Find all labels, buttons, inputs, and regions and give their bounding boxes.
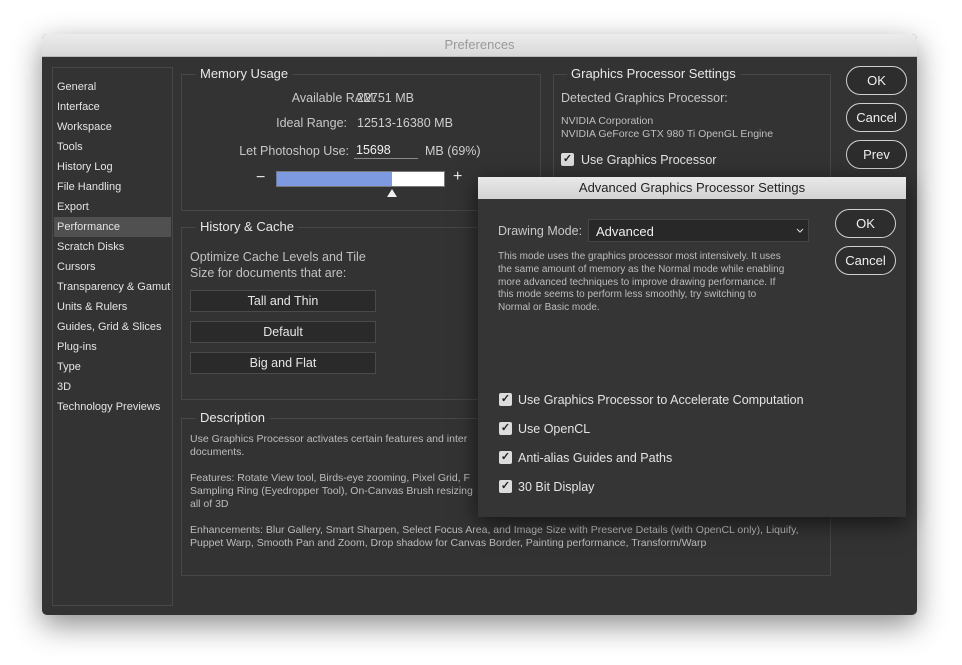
use-gpu-checkbox[interactable]: ✓ <box>561 153 574 166</box>
window-title: Preferences <box>42 34 917 57</box>
memory-decrease-button[interactable]: − <box>256 169 265 187</box>
ideal-range-label: Ideal Range: <box>276 116 347 130</box>
sidebar-item-type[interactable]: Type <box>54 357 171 377</box>
anti-alias-label: Anti-alias Guides and Paths <box>518 451 673 465</box>
sidebar-item-scratch-disks[interactable]: Scratch Disks <box>54 237 171 257</box>
default-button[interactable]: Default <box>190 321 376 343</box>
30-bit-display-checkbox[interactable]: ✓ <box>499 480 512 493</box>
memory-slider-track[interactable] <box>276 171 445 187</box>
cache-text-line1: Optimize Cache Levels and Tile <box>190 250 366 264</box>
gpu-vendor: NVIDIA Corporation <box>561 115 654 127</box>
advanced-gpu-dialog-title: Advanced Graphics Processor Settings <box>478 177 906 199</box>
history-cache-title: History & Cache <box>196 219 298 234</box>
gpu-settings-title: Graphics Processor Settings <box>567 66 740 81</box>
memory-unit-label: MB (69%) <box>425 144 481 158</box>
description-line: Enhancements: Blur Gallery, Smart Sharpe… <box>190 524 799 536</box>
sidebar-item-cursors[interactable]: Cursors <box>54 257 171 277</box>
memory-slider-fill <box>277 172 393 186</box>
accelerate-computation-checkbox[interactable]: ✓ <box>499 393 512 406</box>
cancel-button[interactable]: Cancel <box>846 103 907 132</box>
tall-and-thin-button[interactable]: Tall and Thin <box>190 290 376 312</box>
sidebar-item-history-log[interactable]: History Log <box>54 157 171 177</box>
use-gpu-label: Use Graphics Processor <box>581 153 717 167</box>
advanced-gpu-dialog: Advanced Graphics Processor Settings Dra… <box>478 177 906 517</box>
gpu-model: NVIDIA GeForce GTX 980 Ti OpenGL Engine <box>561 128 774 140</box>
explanation-line: the same amount of memory as the Normal … <box>498 263 785 275</box>
advanced-ok-button[interactable]: OK <box>835 209 896 238</box>
memory-usage-title: Memory Usage <box>196 66 293 81</box>
description-line: Puppet Warp, Smooth Pan and Zoom, Drop s… <box>190 537 707 549</box>
explanation-line: more advanced techniques to improve draw… <box>498 276 776 288</box>
drawing-mode-explanation: This mode uses the graphics processor mo… <box>498 251 784 315</box>
sidebar-item-workspace[interactable]: Workspace <box>54 117 171 137</box>
30-bit-display-label: 30 Bit Display <box>518 480 595 494</box>
ok-button[interactable]: OK <box>846 66 907 95</box>
explanation-line: this mode seems to perform less smoothly… <box>498 289 757 301</box>
use-opencl-label: Use OpenCL <box>518 422 591 436</box>
anti-alias-checkbox[interactable]: ✓ <box>499 451 512 464</box>
description-title: Description <box>196 410 270 425</box>
memory-increase-button[interactable]: + <box>453 168 462 186</box>
cache-text-line2: Size for documents that are: <box>190 266 347 280</box>
memory-slider-thumb[interactable] <box>387 189 398 197</box>
sidebar-item-transparency-gamut[interactable]: Transparency & Gamut <box>54 277 171 297</box>
explanation-line: Normal or Basic mode. <box>498 302 600 314</box>
drawing-mode-label: Drawing Mode: <box>498 224 583 238</box>
sidebar-item-guides-grid-slices[interactable]: Guides, Grid & Slices <box>54 317 171 337</box>
sidebar-item-units-rulers[interactable]: Units & Rulers <box>54 297 171 317</box>
available-ram-value: 22751 MB <box>357 91 414 105</box>
sidebar-item-interface[interactable]: Interface <box>54 97 171 117</box>
ideal-range-value: 12513-16380 MB <box>357 116 453 130</box>
let-photoshop-use-label: Let Photoshop Use: <box>239 144 349 158</box>
use-opencl-checkbox[interactable]: ✓ <box>499 422 512 435</box>
sidebar-item-performance[interactable]: Performance <box>54 217 171 237</box>
chevron-down-icon <box>796 228 804 233</box>
sidebar-item-technology-previews[interactable]: Technology Previews <box>54 397 171 417</box>
sidebar: General Interface Workspace Tools Histor… <box>52 67 173 606</box>
sidebar-item-general[interactable]: General <box>54 77 171 97</box>
drawing-mode-select[interactable]: Advanced <box>588 219 809 242</box>
available-ram-label: Available RAM: <box>291 91 377 105</box>
explanation-line: This mode uses the graphics processor mo… <box>498 251 781 262</box>
sidebar-item-3d[interactable]: 3D <box>54 377 171 397</box>
advanced-cancel-button[interactable]: Cancel <box>835 246 896 275</box>
sidebar-item-tools[interactable]: Tools <box>54 137 171 157</box>
big-and-flat-button[interactable]: Big and Flat <box>190 352 376 374</box>
sidebar-item-plug-ins[interactable]: Plug-ins <box>54 337 171 357</box>
memory-usage-input[interactable]: 15698 <box>354 141 418 159</box>
detected-gpu-label: Detected Graphics Processor: <box>561 91 728 105</box>
accelerate-computation-label: Use Graphics Processor to Accelerate Com… <box>518 393 804 407</box>
prev-button[interactable]: Prev <box>846 140 907 169</box>
sidebar-item-export[interactable]: Export <box>54 197 171 217</box>
sidebar-item-file-handling[interactable]: File Handling <box>54 177 171 197</box>
drawing-mode-value: Advanced <box>596 224 654 239</box>
